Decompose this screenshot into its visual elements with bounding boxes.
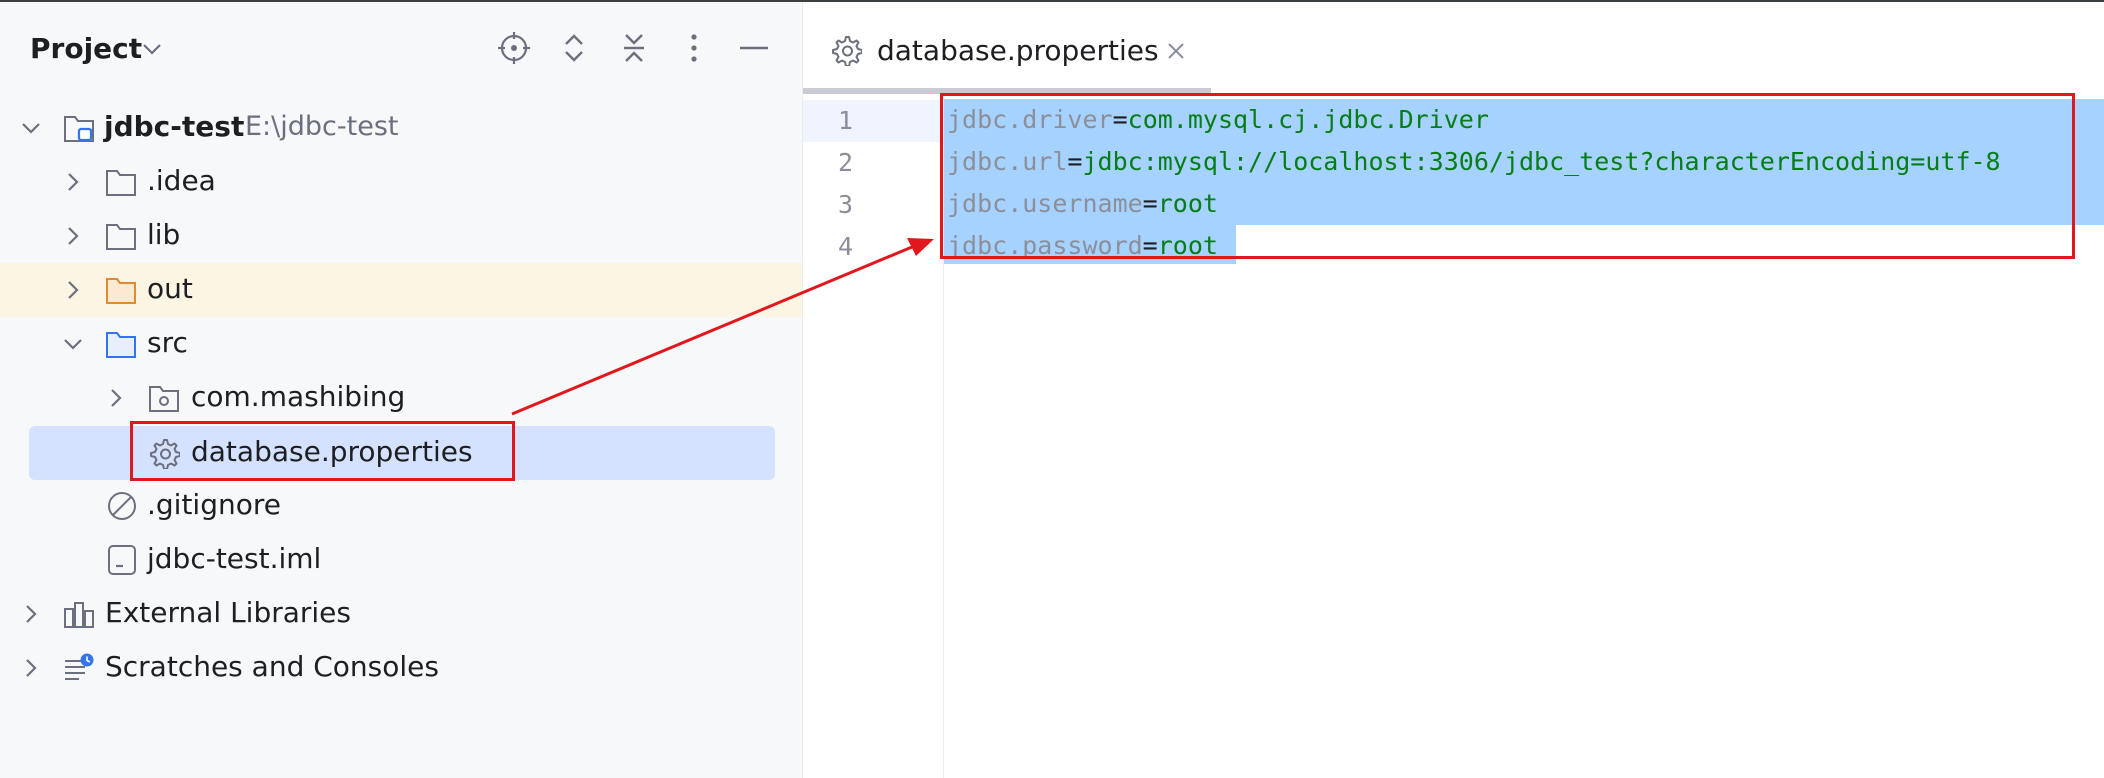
line-number: 3 xyxy=(838,190,854,219)
tree-item-label: jdbc-test xyxy=(104,110,245,143)
project-panel-header: Project xyxy=(0,2,802,94)
package-icon xyxy=(149,386,179,412)
tree-item-label: out xyxy=(147,272,193,305)
tab-database-properties[interactable]: database.properties xyxy=(803,2,1211,88)
hide-icon[interactable] xyxy=(737,31,771,65)
module-folder-icon xyxy=(64,116,94,142)
tree-item-external-libraries[interactable]: External Libraries xyxy=(0,587,802,641)
line-number: 2 xyxy=(838,148,854,177)
ignore-file-icon xyxy=(108,492,136,520)
chevron-right-icon[interactable] xyxy=(62,225,84,247)
chevron-right-icon[interactable] xyxy=(62,279,84,301)
chevron-right-icon[interactable] xyxy=(62,171,84,193)
tree-item-src[interactable]: src xyxy=(0,317,802,371)
project-tool-window: Project jdbc-test E:\jdbc-test .idea lib… xyxy=(0,2,802,778)
libraries-icon xyxy=(64,602,94,628)
project-panel-title[interactable]: Project xyxy=(30,32,142,65)
tree-item-path: E:\jdbc-test xyxy=(245,111,399,142)
tree-item-jdbc-test-iml[interactable]: jdbc-test.iml xyxy=(0,533,802,587)
tree-item-label: com.mashibing xyxy=(191,380,406,413)
tree-item-jdbc-test[interactable]: jdbc-test E:\jdbc-test xyxy=(0,101,802,155)
tree-item-label: External Libraries xyxy=(105,596,351,629)
chevron-down-icon[interactable] xyxy=(142,42,162,56)
tree-item-com-mashibing[interactable]: com.mashibing xyxy=(0,371,802,425)
close-icon[interactable] xyxy=(1165,40,1187,62)
gear-icon xyxy=(832,36,862,66)
tree-item-label: lib xyxy=(147,218,181,251)
chevron-down-icon[interactable] xyxy=(62,333,84,355)
scratches-icon xyxy=(65,653,94,680)
tree-item-lib[interactable]: lib xyxy=(0,209,802,263)
annotation-box-file xyxy=(130,421,515,481)
tree-item-idea[interactable]: .idea xyxy=(0,155,802,209)
tree-item-gitignore[interactable]: .gitignore xyxy=(0,479,802,533)
chevron-right-icon[interactable] xyxy=(20,657,42,679)
chevron-right-icon[interactable] xyxy=(20,603,42,625)
folder-icon xyxy=(106,170,136,196)
tree-item-out[interactable]: out xyxy=(0,263,802,317)
tab-label: database.properties xyxy=(877,34,1159,67)
chevron-right-icon[interactable] xyxy=(105,387,127,409)
tree-item-label: .idea xyxy=(147,164,216,197)
module-file-icon xyxy=(108,545,136,575)
tree-item-scratches-and-consoles[interactable]: Scratches and Consoles xyxy=(0,641,802,695)
line-number: 4 xyxy=(838,232,854,261)
expand-all-icon[interactable] xyxy=(557,31,591,65)
collapse-all-icon[interactable] xyxy=(617,31,651,65)
tree-item-label: jdbc-test.iml xyxy=(147,542,322,575)
tree-item-label: src xyxy=(147,326,188,359)
locate-icon[interactable] xyxy=(497,31,531,65)
line-number-gutter xyxy=(803,94,943,778)
tree-item-label: Scratches and Consoles xyxy=(105,650,439,683)
tree-item-label: .gitignore xyxy=(147,488,281,521)
folder-icon xyxy=(106,224,136,250)
more-options-icon[interactable] xyxy=(677,31,711,65)
current-line-gutter-highlight xyxy=(803,100,943,142)
line-number: 1 xyxy=(838,106,854,135)
source-folder-icon xyxy=(106,332,136,358)
chevron-down-icon[interactable] xyxy=(20,117,42,139)
editor-tab-bar: database.properties xyxy=(803,2,2104,88)
excluded-folder-icon xyxy=(106,278,136,304)
annotation-box-code xyxy=(940,93,2075,259)
